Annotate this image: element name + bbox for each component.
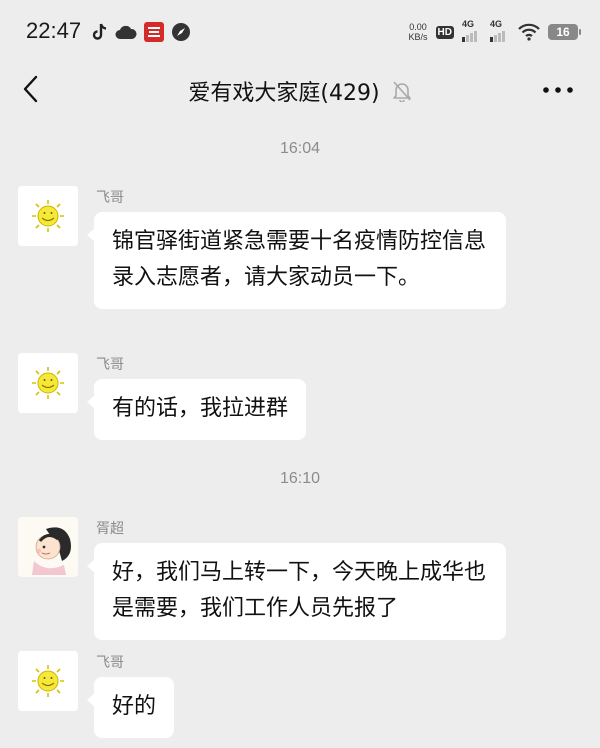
signal-1-label: 4G	[462, 19, 475, 29]
app-icon	[144, 22, 164, 42]
message-bubble[interactable]: 好，我们马上转一下，今天晚上成华也是需要，我们工作人员先报了	[87, 543, 506, 640]
message-item: 胥超 好，我们马上转一下，今天晚上成华也是需要，我们工作人员先报了	[18, 517, 578, 640]
compass-icon	[172, 23, 190, 41]
sun-icon	[18, 186, 78, 246]
network-speed: 0.00 KB/s	[409, 22, 428, 42]
sun-icon	[18, 353, 78, 413]
wifi-icon	[518, 23, 540, 41]
status-bar: 22:47 0.00 KB/s HD 4G 4G 16	[0, 0, 600, 62]
cloud-icon	[115, 25, 137, 39]
chat-header: 爱有戏大家庭(429)	[0, 62, 600, 118]
message-bubble[interactable]: 有的话，我拉进群	[86, 379, 307, 440]
sender-name: 飞哥	[96, 190, 124, 206]
status-right-icons: 0.00 KB/s HD 4G 4G 16	[409, 18, 581, 46]
more-options-button[interactable]	[540, 79, 576, 101]
chat-title: 爱有戏大家庭(429)	[188, 81, 380, 106]
signal-2-label: 4G	[490, 19, 503, 29]
message-item: 飞哥 锦官驿街道紧急需要十名疫情防控信息录入志愿者，请大家动员一下。	[18, 186, 578, 346]
sender-name: 胥超	[96, 521, 124, 537]
message-bubble[interactable]: 好的	[86, 677, 175, 738]
sun-avatar[interactable]	[18, 186, 78, 246]
cartoon-girl-icon	[18, 517, 78, 577]
hd-badge: HD	[435, 25, 454, 39]
sun-avatar[interactable]	[18, 353, 78, 413]
bell-off-icon	[392, 81, 411, 102]
sender-name: 飞哥	[96, 357, 124, 373]
sun-icon	[18, 651, 78, 711]
chat-timestamp: 16:10	[279, 470, 321, 487]
signal-2-icon: 4G	[490, 19, 510, 42]
message-bubble[interactable]: 锦官驿街道紧急需要十名疫情防控信息录入志愿者，请大家动员一下。	[87, 212, 506, 309]
chat-title-area: 爱有戏大家庭(429)	[0, 75, 600, 107]
message-item: 飞哥 好的	[18, 651, 578, 748]
network-speed-value: 0.00	[409, 22, 427, 32]
network-speed-unit: KB/s	[408, 32, 428, 42]
sender-name: 飞哥	[96, 655, 124, 671]
status-time: 22:47	[26, 18, 82, 43]
tiktok-icon	[92, 23, 107, 40]
cartoon-avatar[interactable]	[18, 517, 78, 577]
chat-timestamp: 16:04	[279, 140, 321, 157]
message-item: 飞哥 有的话，我拉进群	[18, 353, 578, 443]
more-icon	[543, 87, 573, 93]
battery-indicator: 16	[548, 24, 581, 40]
sun-avatar[interactable]	[18, 651, 78, 711]
status-left-icons	[92, 21, 191, 43]
signal-1-icon: 4G	[462, 19, 482, 42]
